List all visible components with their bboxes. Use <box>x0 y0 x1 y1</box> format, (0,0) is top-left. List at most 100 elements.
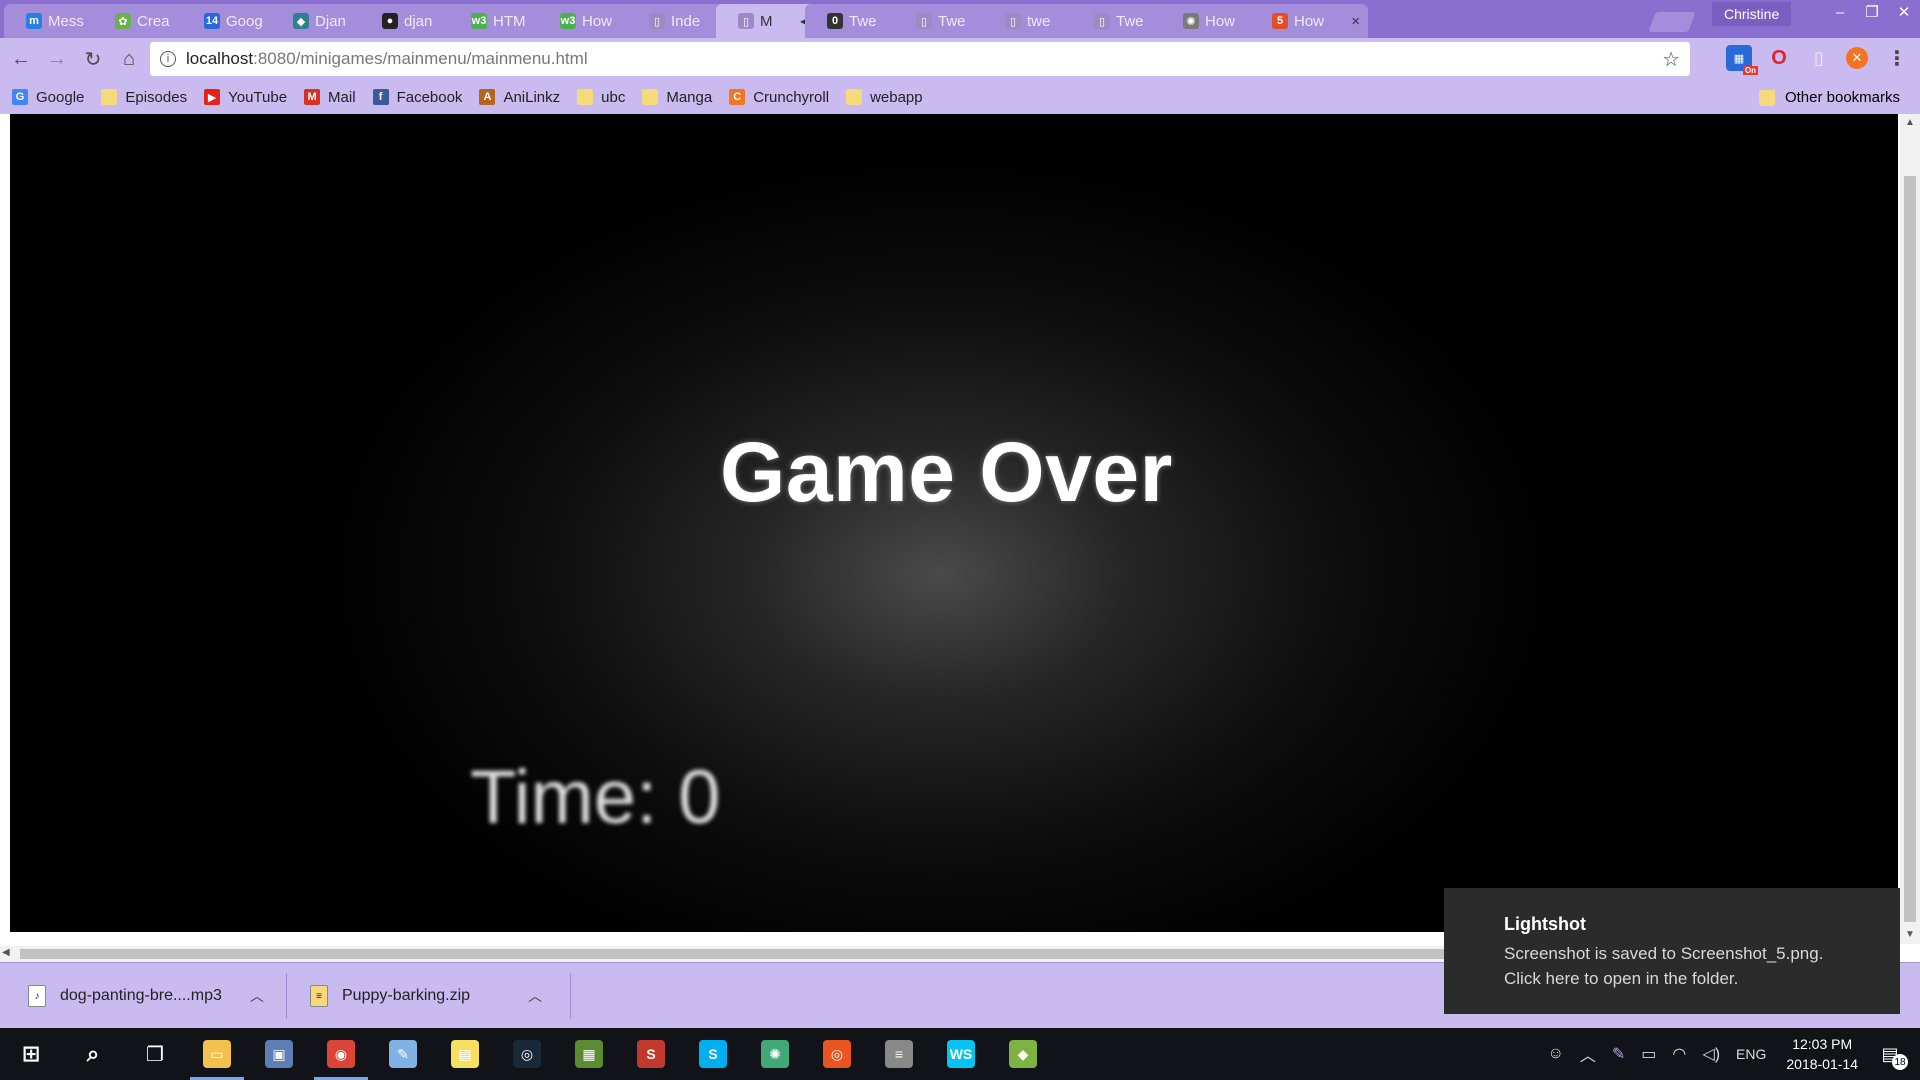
minimize-icon[interactable]: – <box>1824 0 1856 24</box>
tab-strip: mMess×✿Crea×14Goog×◆Djan×●djan×w3HTM×w3H… <box>0 0 1920 38</box>
page-icon: ▯ <box>1005 13 1021 29</box>
html5-icon: 5 <box>1272 13 1288 29</box>
chevron-up-icon[interactable]: ︿ <box>250 986 264 1006</box>
horizontal-scroll-thumb[interactable] <box>20 949 1450 959</box>
notification-line-1: Screenshot is saved to Screenshot_5.png. <box>1504 944 1824 963</box>
download-item[interactable]: ♪ dog-panting-bre....mp3 ︿ <box>28 963 264 1029</box>
audio-file-icon: ♪ <box>28 985 46 1007</box>
language-indicator[interactable]: ENG <box>1736 1046 1766 1062</box>
home-icon[interactable]: ⌂ <box>114 44 144 74</box>
close-window-icon[interactable]: ✕ <box>1888 0 1920 24</box>
minecraft-icon: ▦ <box>575 1040 603 1068</box>
orange-extension-icon[interactable]: ✕ <box>1846 47 1868 69</box>
database-icon: ≡ <box>885 1040 913 1068</box>
search-icon: ⌕ <box>86 1041 100 1066</box>
taskbar-app[interactable]: ◉ <box>310 1028 372 1080</box>
clock[interactable]: 12:03 PM 2018-01-14 <box>1786 1034 1858 1074</box>
zero-icon: 0 <box>827 13 843 29</box>
site-info-icon[interactable]: i <box>160 51 176 67</box>
opera-extension-icon[interactable]: O <box>1766 45 1792 71</box>
taskbar-app[interactable]: ≡ <box>868 1028 930 1080</box>
game-canvas[interactable]: Game Over Time: 0 <box>10 114 1898 932</box>
download-separator <box>570 973 571 1019</box>
taskbar-app[interactable]: WS <box>930 1028 992 1080</box>
browser-tab[interactable]: 5 How × <box>1250 4 1368 38</box>
sticky-notes-icon: ▤ <box>451 1040 479 1068</box>
taskbar-apps: ▭ ▣ ◉ ✎ ▤ ◎ ▦ S S ✺ ◎ ≡ WS ◆ <box>186 1028 1054 1080</box>
taskbar-app[interactable]: ◆ <box>992 1028 1054 1080</box>
taskbar-app[interactable]: ▭ <box>186 1028 248 1080</box>
vertical-scroll-thumb[interactable] <box>1904 176 1916 922</box>
bookmark-crunchyroll[interactable]: C Crunchyroll <box>729 89 829 106</box>
calendar-extension-icon[interactable]: ▦ On <box>1726 45 1758 75</box>
new-tab-button[interactable] <box>1648 12 1696 32</box>
people-icon[interactable]: ☺ <box>1548 1045 1564 1063</box>
taskbar-app[interactable]: ◎ <box>496 1028 558 1080</box>
taskbar-app[interactable]: ▣ <box>248 1028 310 1080</box>
youtube-icon: ▶ <box>204 89 221 105</box>
task-view-icon: ❐ <box>146 1043 164 1066</box>
w3schools-icon: w3 <box>471 13 487 29</box>
chevron-up-icon[interactable]: ︿ <box>528 986 542 1006</box>
bookmark-label: ubc <box>601 88 626 106</box>
back-arrow-icon[interactable]: ← <box>6 44 36 74</box>
scroll-down-icon[interactable]: ▼ <box>1900 926 1920 942</box>
bookmark-facebook[interactable]: f Facebook <box>372 89 462 106</box>
atom-icon: ✺ <box>761 1040 789 1068</box>
lightshot-notification[interactable]: Lightshot Screenshot is saved to Screens… <box>1444 888 1900 1014</box>
battery-icon[interactable]: ▭ <box>1641 1044 1656 1064</box>
system-tray: ☺ ︿ ✎ ▭ ◠ ◁) ENG 12:03 PM 2018-01-14 ▤ 1… <box>1540 1028 1920 1080</box>
folder-icon <box>1758 89 1775 106</box>
taskbar-app[interactable]: ▦ <box>558 1028 620 1080</box>
start-button[interactable]: ⊞ <box>0 1028 62 1080</box>
git-icon: ◆ <box>1009 1040 1037 1068</box>
task-view-button[interactable]: ❐ <box>124 1028 186 1080</box>
tray-chevron-up-icon[interactable]: ︿ <box>1580 1042 1596 1066</box>
page-icon: ▯ <box>1094 13 1110 29</box>
bookmark-mail[interactable]: M Mail <box>304 89 356 106</box>
profile-button[interactable]: Christine <box>1712 2 1792 26</box>
bookmark-google[interactable]: G Google <box>12 89 84 106</box>
bookmark-youtube[interactable]: ▶ YouTube <box>204 89 287 106</box>
zip-file-icon: ≡ <box>310 985 328 1007</box>
reload-icon[interactable]: ↻ <box>78 44 108 74</box>
taskbar-app[interactable]: ✎ <box>372 1028 434 1080</box>
bookmark-webapp[interactable]: webapp <box>846 89 923 106</box>
taskbar-app[interactable]: ✺ <box>744 1028 806 1080</box>
bookmark-ubc[interactable]: ubc <box>577 89 625 106</box>
bookmark-label: Crunchyroll <box>753 88 830 106</box>
taskbar-app[interactable]: S <box>620 1028 682 1080</box>
scroll-left-icon[interactable]: ◀ <box>2 947 10 958</box>
other-bookmarks[interactable]: Other bookmarks <box>1758 89 1900 106</box>
bookmark-episodes[interactable]: Episodes <box>101 89 187 106</box>
restore-icon[interactable]: ❐ <box>1856 0 1888 24</box>
volume-icon[interactable]: ◁) <box>1702 1044 1720 1064</box>
bookmark-manga[interactable]: Manga <box>642 89 712 106</box>
page-icon: ▯ <box>916 13 932 29</box>
download-item[interactable]: ≡ Puppy-barking.zip ︿ <box>310 963 542 1029</box>
close-tab-icon[interactable]: × <box>1351 13 1360 30</box>
bookmark-label: Episodes <box>125 88 188 106</box>
wifi-icon[interactable]: ◠ <box>1672 1044 1686 1064</box>
anilinkz-icon: A <box>479 89 496 105</box>
forward-arrow-icon[interactable]: → <box>42 44 72 74</box>
address-bar[interactable]: i localhost:8080/minigames/mainmenu/main… <box>150 42 1690 76</box>
vertical-scrollbar[interactable]: ▲ ▼ <box>1900 114 1920 944</box>
taskbar-app[interactable]: S <box>682 1028 744 1080</box>
bookmark-anilinkz[interactable]: A AniLinkz <box>479 89 560 106</box>
taskbar-app[interactable]: ◎ <box>806 1028 868 1080</box>
pen-icon[interactable]: ✎ <box>1612 1044 1625 1064</box>
skype-icon: S <box>699 1040 727 1068</box>
paint-icon: ✎ <box>389 1040 417 1068</box>
action-center-button[interactable]: ▤ 18 <box>1874 1038 1908 1070</box>
search-button[interactable]: ⌕ <box>62 1028 124 1080</box>
bookmark-label: YouTube <box>228 88 288 106</box>
battery-extension-icon[interactable]: ▯ <box>1806 45 1832 71</box>
folder-icon <box>846 89 863 105</box>
bookmark-star-icon[interactable]: ☆ <box>1662 47 1680 72</box>
leaf-icon: ✿ <box>115 13 131 29</box>
github-icon: ● <box>382 13 398 29</box>
taskbar-app[interactable]: ▤ <box>434 1028 496 1080</box>
menu-dots-icon[interactable]: ⋮ <box>1884 45 1910 71</box>
scroll-up-icon[interactable]: ▲ <box>1900 114 1920 130</box>
